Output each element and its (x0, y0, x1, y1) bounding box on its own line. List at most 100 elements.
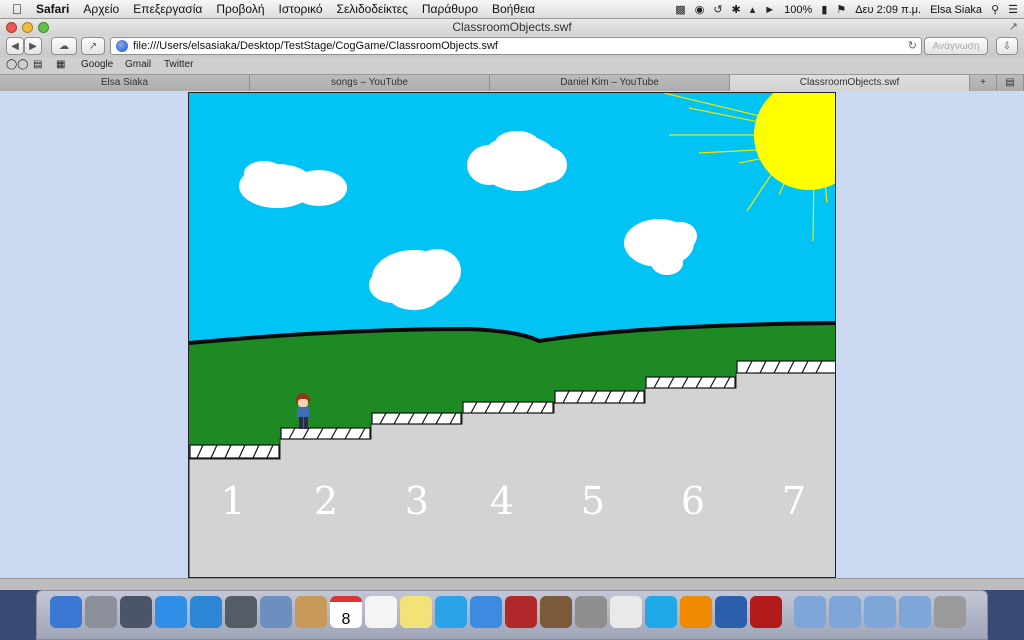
twitter-icon[interactable] (435, 596, 467, 628)
apple-menu-icon[interactable]:  (0, 1, 34, 17)
launchpad-icon[interactable] (85, 596, 117, 628)
contacts-icon[interactable] (295, 596, 327, 628)
fullscreen-icon[interactable]: ↗ (1009, 19, 1018, 35)
applications-folder-icon[interactable] (794, 596, 826, 628)
downloads-folder-icon[interactable] (899, 596, 931, 628)
tab-classroomobjects[interactable]: ClassroomObjects.swf (730, 75, 970, 91)
share-button[interactable]: ↗ (81, 37, 105, 55)
spotlight-icon[interactable]: ⚲ (991, 3, 999, 16)
cloud-icon: ☁ (59, 40, 69, 52)
share-icon: ↗ (88, 40, 98, 52)
step-number-3[interactable]: 3 (387, 479, 447, 523)
zoom-window-button[interactable] (38, 22, 49, 33)
menu-history[interactable]: Ιστορικό (272, 2, 330, 16)
notification-center-icon[interactable]: ☰ (1008, 3, 1018, 16)
bookmarks-book-icon[interactable]: ▤ (33, 59, 42, 70)
tab-label: ClassroomObjects.swf (799, 77, 900, 88)
step-number-6[interactable]: 6 (663, 479, 723, 523)
icloud-tabs-button[interactable]: ☁ (51, 37, 77, 55)
tab-elsa-siaka[interactable]: Elsa Siaka (0, 75, 250, 91)
documents-folder-icon[interactable] (864, 596, 896, 628)
flash-icon[interactable] (750, 596, 782, 628)
reader-label: Ανάγνωση (932, 40, 980, 52)
reminders-icon[interactable] (365, 596, 397, 628)
menu-edit[interactable]: Επεξεργασία (126, 2, 209, 16)
window-title: ClassroomObjects.swf (452, 20, 572, 34)
tab-songs-youtube[interactable]: songs – YouTube (250, 75, 490, 91)
time-machine-icon[interactable]: ↺ (713, 3, 722, 16)
trash-icon[interactable] (934, 596, 966, 628)
tab-daniel-kim-youtube[interactable]: Daniel Kim – YouTube (490, 75, 730, 91)
menu-view[interactable]: Προβολή (209, 2, 271, 16)
word-icon[interactable] (715, 596, 747, 628)
finder-icon[interactable] (50, 596, 82, 628)
bluetooth-icon[interactable]: ✱ (732, 3, 741, 16)
user-name[interactable]: Elsa Siaka (930, 4, 982, 16)
safari-icon[interactable] (190, 596, 222, 628)
skype-icon[interactable] (645, 596, 677, 628)
battery-percent[interactable]: 100% (784, 4, 812, 16)
back-arrow-icon: ◀ (11, 40, 19, 52)
app-store-icon[interactable] (155, 596, 187, 628)
mission-control-icon[interactable] (120, 596, 152, 628)
bookmark-twitter[interactable]: Twitter (164, 59, 193, 70)
battery-icon[interactable]: ▮ (821, 3, 827, 16)
menu-bookmarks[interactable]: Σελιδοδείκτες (330, 2, 415, 16)
step-number-2[interactable]: 2 (296, 479, 356, 523)
volume-icon[interactable]: ► (764, 4, 775, 16)
menu-window[interactable]: Παράθυρο (415, 2, 485, 16)
wifi-icon[interactable]: ▴ (750, 3, 756, 16)
mail-icon[interactable] (260, 596, 292, 628)
reader-button[interactable]: Ανάγνωση (924, 37, 988, 55)
top-sites-icon[interactable]: ▦ (56, 59, 65, 70)
url-text: file:///Users/elsasiaka/Desktop/TestStag… (133, 40, 498, 52)
tab-overview-button[interactable]: ▤ (997, 75, 1024, 91)
tab-overview-icon: ▤ (1005, 77, 1015, 88)
download-icon: ⇩ (1002, 40, 1012, 52)
iphoto-icon[interactable] (540, 596, 572, 628)
activity-icon[interactable]: ▩ (675, 3, 685, 16)
new-tab-button[interactable]: + (970, 75, 997, 91)
bookmark-google[interactable]: Google (81, 59, 113, 70)
chrome-icon[interactable] (610, 596, 642, 628)
browser-toolbar: ◀ ▶ ☁ ↗ file:///Users/elsasiaka/Desktop/… (0, 36, 1024, 57)
globe-icon (116, 40, 128, 52)
forward-button[interactable]: ▶ (24, 37, 42, 55)
notes-icon[interactable] (400, 596, 432, 628)
calendar-icon[interactable]: 8 (330, 596, 362, 628)
downloads-button[interactable]: ⇩ (996, 37, 1018, 55)
itunes-icon[interactable] (470, 596, 502, 628)
bookmarks-bar: ◯◯ ▤ ▦ Google Gmail Twitter (0, 57, 1024, 74)
minimize-window-button[interactable] (22, 22, 33, 33)
reload-icon[interactable]: ↻ (908, 38, 917, 54)
facetime-icon[interactable] (225, 596, 257, 628)
menu-bar:  Safari Αρχείο Επεξεργασία Προβολή Ιστο… (0, 0, 1024, 19)
step-number-7[interactable]: 7 (764, 479, 824, 523)
window-title-bar: ClassroomObjects.swf ↗ (0, 19, 1024, 36)
step-number-4[interactable]: 4 (472, 479, 532, 523)
menu-file[interactable]: Αρχείο (76, 2, 126, 16)
tab-label: Elsa Siaka (100, 77, 149, 88)
clock[interactable]: Δευ 2:09 π.μ. (855, 4, 921, 16)
menu-app-safari[interactable]: Safari (34, 2, 76, 16)
vlc-icon[interactable] (680, 596, 712, 628)
system-preferences-icon[interactable] (575, 596, 607, 628)
step-number-5[interactable]: 5 (563, 479, 623, 523)
forward-arrow-icon: ▶ (29, 40, 37, 52)
back-button[interactable]: ◀ (6, 37, 24, 55)
plus-icon: + (980, 77, 986, 88)
utilities-folder-icon[interactable] (829, 596, 861, 628)
close-window-button[interactable] (6, 22, 17, 33)
photo-booth-icon[interactable] (505, 596, 537, 628)
tab-label: songs – YouTube (331, 77, 408, 88)
flash-game-stage[interactable]: 1 2 3 4 5 6 7 (188, 92, 836, 578)
bookmark-gmail[interactable]: Gmail (125, 59, 151, 70)
address-field[interactable]: file:///Users/elsasiaka/Desktop/TestStag… (110, 37, 922, 55)
reading-list-icon[interactable]: ◯◯ (6, 59, 28, 70)
flag-icon[interactable]: ⚑ (836, 3, 846, 16)
tab-bar: Elsa Siaka songs – YouTube Daniel Kim – … (0, 74, 1024, 91)
binoculars-icon[interactable]: ◉ (695, 3, 705, 16)
menu-help[interactable]: Βοήθεια (485, 2, 542, 16)
tab-label: Daniel Kim – YouTube (560, 77, 659, 88)
step-number-1[interactable]: 1 (203, 479, 263, 523)
